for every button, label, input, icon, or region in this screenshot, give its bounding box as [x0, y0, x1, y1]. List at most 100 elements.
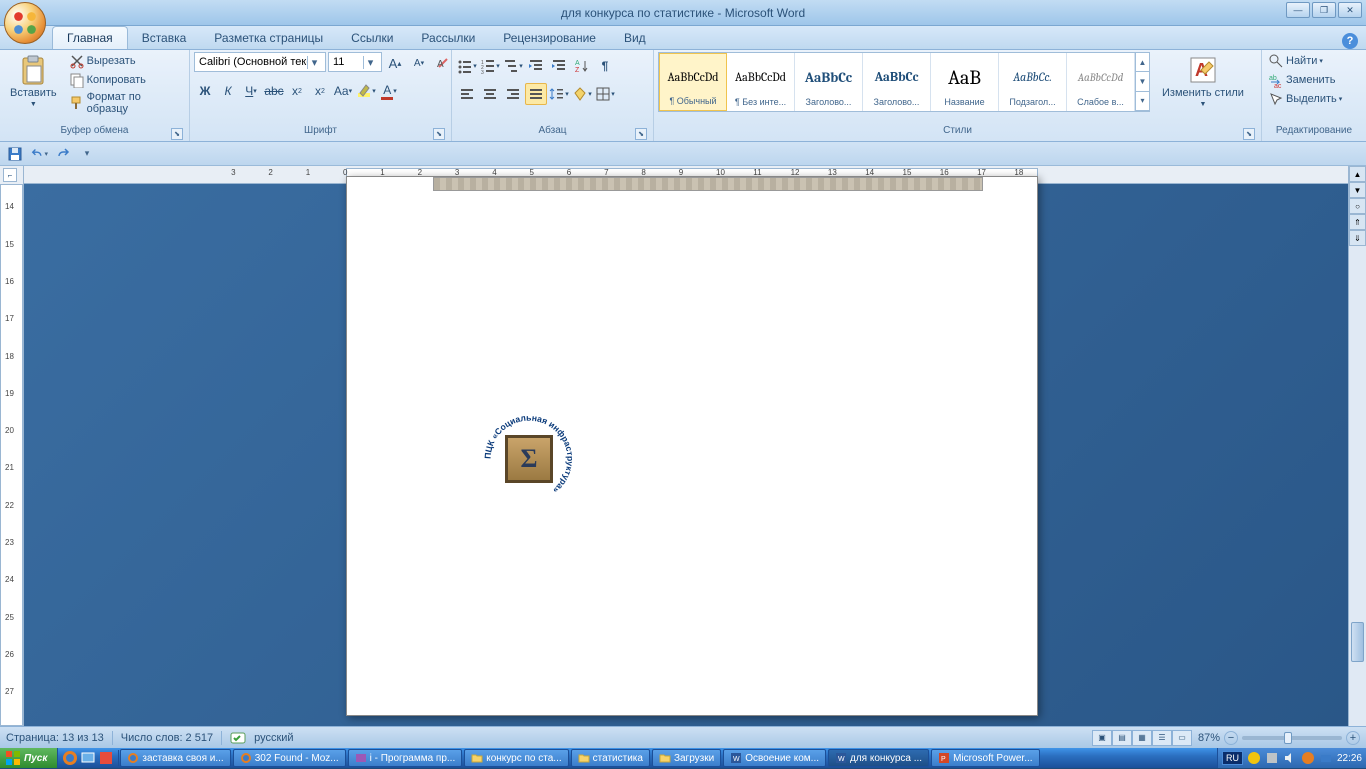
tab-page-layout[interactable]: Разметка страницы: [200, 27, 337, 49]
gallery-down[interactable]: ▼: [1136, 72, 1149, 91]
select-button[interactable]: Выделить▾: [1266, 90, 1344, 108]
page-indicator[interactable]: Страница: 13 из 13: [6, 732, 104, 744]
clear-format-button[interactable]: A: [432, 52, 454, 74]
zoom-in[interactable]: +: [1346, 731, 1360, 745]
font-color-button[interactable]: A▾: [378, 80, 400, 102]
taskbar-item-4[interactable]: статистика: [571, 749, 650, 767]
strike-button[interactable]: abc: [263, 80, 285, 102]
taskbar-item-0[interactable]: заставка своя и...: [120, 749, 230, 767]
view-web[interactable]: ▦: [1132, 730, 1152, 746]
undo-button[interactable]: ▾: [30, 145, 48, 163]
zoom-slider[interactable]: [1242, 736, 1342, 740]
tray-icon-4[interactable]: [1301, 751, 1315, 765]
taskbar-item-7[interactable]: Wдля конкурса ...: [828, 749, 929, 767]
tab-insert[interactable]: Вставка: [128, 27, 201, 49]
font-dialog-launcher[interactable]: ⬊: [433, 128, 445, 140]
zoom-level[interactable]: 87%: [1198, 732, 1220, 744]
qat-customize[interactable]: ▾: [78, 145, 96, 163]
replace-button[interactable]: abacЗаменить: [1266, 71, 1344, 89]
copy-button[interactable]: Копировать: [67, 71, 185, 89]
multilevel-button[interactable]: ▾: [502, 55, 524, 77]
highlight-button[interactable]: ▾: [355, 80, 377, 102]
style-heading1[interactable]: AaBbCcЗаголово...: [795, 53, 863, 111]
taskbar-item-5[interactable]: Загрузки: [652, 749, 721, 767]
font-size-combo[interactable]: 11▾: [328, 52, 382, 72]
shading-button[interactable]: ▾: [571, 83, 593, 105]
style-normal[interactable]: AaBbCcDd¶ Обычный: [659, 53, 727, 111]
language-indicator[interactable]: русский: [254, 732, 293, 744]
tab-mailings[interactable]: Рассылки: [407, 27, 489, 49]
format-painter-button[interactable]: Формат по образцу: [67, 90, 185, 116]
style-title[interactable]: AaBНазвание: [931, 53, 999, 111]
line-spacing-button[interactable]: ▾: [548, 83, 570, 105]
ql-app-icon[interactable]: [98, 750, 114, 766]
redo-button[interactable]: [54, 145, 72, 163]
paste-button[interactable]: Вставить▼: [4, 52, 63, 112]
ql-firefox-icon[interactable]: [62, 750, 78, 766]
cut-button[interactable]: Вырезать: [67, 52, 185, 70]
taskbar-item-6[interactable]: WОсвоение ком...: [723, 749, 826, 767]
underline-button[interactable]: Ч▾: [240, 80, 262, 102]
restore-button[interactable]: ❐: [1312, 2, 1336, 18]
ql-show-desktop-icon[interactable]: [80, 750, 96, 766]
office-button[interactable]: [4, 2, 46, 44]
scroll-thumb[interactable]: [1351, 622, 1364, 662]
shrink-font-button[interactable]: A▾: [408, 52, 430, 74]
taskbar-item-3[interactable]: конкурс по ста...: [464, 749, 568, 767]
sort-button[interactable]: AZ: [571, 55, 593, 77]
tray-icon-2[interactable]: [1265, 751, 1279, 765]
decrease-indent-button[interactable]: [525, 55, 547, 77]
style-heading2[interactable]: AaBbCcЗаголово...: [863, 53, 931, 111]
vertical-ruler[interactable]: ⌐ /*ticks drawn via spans below*/ 141516…: [0, 166, 24, 726]
next-page[interactable]: ⇓: [1349, 230, 1366, 246]
taskbar-item-8[interactable]: PMicrosoft Power...: [931, 749, 1039, 767]
view-full-reading[interactable]: ▤: [1112, 730, 1132, 746]
document-logo[interactable]: ПЦК «Социальная инфраструктура» Σ: [481, 411, 577, 507]
italic-button[interactable]: К: [217, 80, 239, 102]
tab-review[interactable]: Рецензирование: [489, 27, 610, 49]
language-bar[interactable]: RU: [1222, 751, 1243, 765]
bold-button[interactable]: Ж: [194, 80, 216, 102]
clipboard-dialog-launcher[interactable]: ⬊: [171, 128, 183, 140]
align-right-button[interactable]: [502, 83, 524, 105]
word-count[interactable]: Число слов: 2 517: [121, 732, 213, 744]
view-outline[interactable]: ☰: [1152, 730, 1172, 746]
change-case-button[interactable]: Aa▾: [332, 80, 354, 102]
font-name-combo[interactable]: Calibri (Основной текст▾: [194, 52, 326, 72]
style-subtitle[interactable]: AaBbCc.Подзагол...: [999, 53, 1067, 111]
view-print-layout[interactable]: ▣: [1092, 730, 1112, 746]
spellcheck-icon[interactable]: [230, 730, 246, 746]
tab-references[interactable]: Ссылки: [337, 27, 407, 49]
scroll-down[interactable]: ▼: [1349, 182, 1366, 198]
increase-indent-button[interactable]: [548, 55, 570, 77]
tab-home[interactable]: Главная: [52, 26, 128, 49]
vertical-scrollbar[interactable]: ▲ ▼ ○ ⇑ ⇓: [1348, 166, 1366, 726]
style-subtle[interactable]: AaBbCcDdСлабое в...: [1067, 53, 1135, 111]
tray-icon-1[interactable]: [1247, 751, 1261, 765]
taskbar-item-2[interactable]: i - Программа пр...: [348, 749, 463, 767]
minimize-button[interactable]: —: [1286, 2, 1310, 18]
zoom-out[interactable]: −: [1224, 731, 1238, 745]
scroll-up[interactable]: ▲: [1349, 166, 1366, 182]
tray-volume-icon[interactable]: [1283, 751, 1297, 765]
find-button[interactable]: Найти▾: [1266, 52, 1344, 70]
superscript-button[interactable]: x2: [309, 80, 331, 102]
align-center-button[interactable]: [479, 83, 501, 105]
borders-button[interactable]: ▾: [594, 83, 616, 105]
grow-font-button[interactable]: A▴: [384, 52, 406, 74]
gallery-up[interactable]: ▲: [1136, 53, 1149, 72]
bullets-button[interactable]: ▾: [456, 55, 478, 77]
styles-gallery[interactable]: AaBbCcDd¶ Обычный AaBbCcDd¶ Без инте... …: [658, 52, 1150, 112]
close-button[interactable]: ✕: [1338, 2, 1362, 18]
align-left-button[interactable]: [456, 83, 478, 105]
numbering-button[interactable]: 123▾: [479, 55, 501, 77]
paragraph-dialog-launcher[interactable]: ⬊: [635, 128, 647, 140]
subscript-button[interactable]: x2: [286, 80, 308, 102]
document-page[interactable]: ПЦК «Социальная инфраструктура» Σ: [346, 176, 1038, 716]
browse-object[interactable]: ○: [1349, 198, 1366, 214]
prev-page[interactable]: ⇑: [1349, 214, 1366, 230]
taskbar-item-1[interactable]: 302 Found - Moz...: [233, 749, 346, 767]
show-marks-button[interactable]: ¶: [594, 55, 616, 77]
justify-button[interactable]: [525, 83, 547, 105]
clock[interactable]: 22:26: [1337, 753, 1362, 764]
